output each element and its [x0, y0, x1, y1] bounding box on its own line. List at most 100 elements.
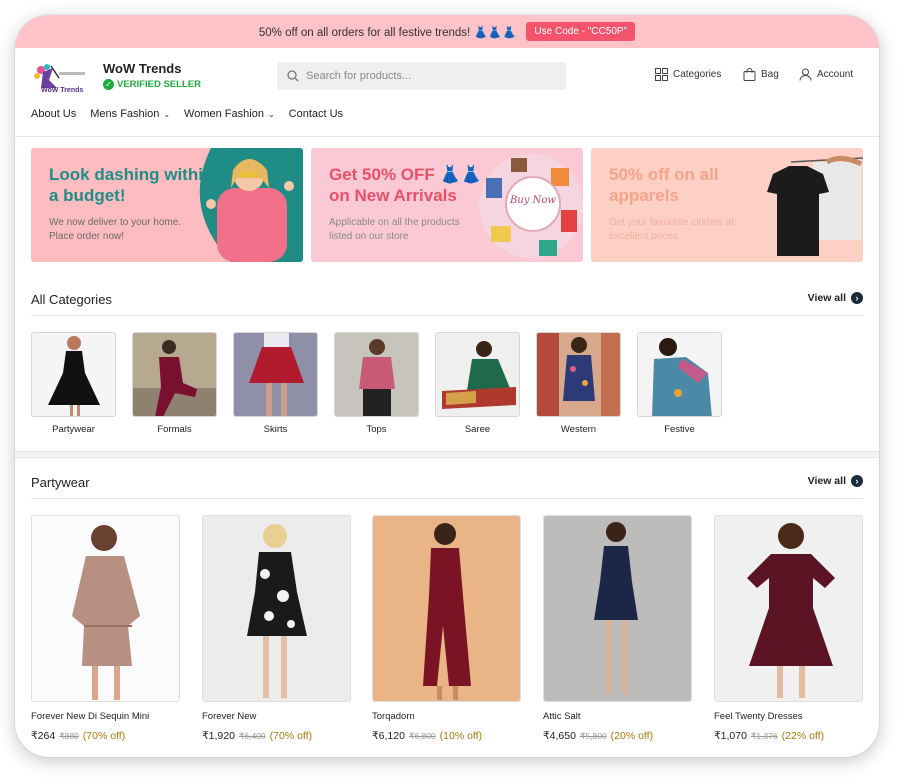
product-card[interactable]: Torqadorn ₹6,120 ₹6,800 (10% off): [372, 515, 521, 742]
product-name[interactable]: Feel Twenty Dresses: [714, 711, 863, 722]
account-button[interactable]: Account: [799, 68, 853, 81]
product-image[interactable]: [714, 515, 863, 702]
product-discount: (20% off): [610, 730, 654, 742]
bag-label: Bag: [761, 69, 779, 80]
account-label: Account: [817, 69, 854, 80]
product-pricing: ₹1,070 ₹1,376 (22% off): [714, 730, 863, 742]
category-skirts[interactable]: Skirts: [233, 332, 318, 435]
category-saree[interactable]: Saree: [435, 332, 520, 435]
chevron-down-icon: ⌄: [163, 109, 171, 119]
product-name[interactable]: Forever New Di Sequin Mini: [31, 711, 180, 722]
partywear-section-title: Partywear: [31, 475, 90, 490]
category-label: Tops: [366, 424, 387, 435]
product-mrp: ₹5,800: [579, 731, 607, 741]
store-name[interactable]: WoW Trends: [103, 61, 181, 76]
product-name[interactable]: Forever New: [202, 711, 351, 722]
categories-view-all-link[interactable]: View all ›: [808, 292, 863, 304]
product-pricing: ₹4,650 ₹5,800 (20% off): [543, 730, 692, 742]
banner-title: Look dashing within a budget!: [49, 165, 214, 205]
product-card[interactable]: Feel Twenty Dresses ₹1,070 ₹1,376 (22% o…: [714, 515, 863, 742]
promo-bar: 50% off on all orders for all festive tr…: [15, 15, 879, 48]
category-label: Skirts: [263, 424, 288, 435]
section-separator: [15, 451, 879, 458]
product-name[interactable]: Torqadorn: [372, 711, 521, 722]
product-card[interactable]: Forever New ₹1,920 ₹6,400 (70% off): [202, 515, 351, 742]
nav-mens-fashion[interactable]: Mens Fashion ⌄: [90, 108, 170, 120]
verified-seller-badge: ✓ VERIFIED SELLER: [103, 79, 201, 90]
product-mrp: ₹880: [59, 731, 79, 741]
category-image: [132, 332, 217, 417]
categories-label: Categories: [673, 69, 722, 80]
nav-about-us[interactable]: About Us: [31, 108, 76, 120]
banner-subtitle: Get your favourite clothes at excellent …: [609, 217, 735, 242]
grid-icon: [655, 68, 668, 81]
banner-subtitle: We now deliver to your home. Place order…: [49, 217, 182, 242]
banner-title: Get 50% OFF 👗👗 on New Arrivals: [329, 165, 482, 205]
category-formals[interactable]: Formals: [132, 332, 217, 435]
product-pricing: ₹1,920 ₹6,400 (70% off): [202, 730, 351, 742]
category-image: [233, 332, 318, 417]
banner-budget[interactable]: Look dashing within a budget! We now del…: [31, 148, 303, 262]
product-mrp: ₹1,376: [750, 731, 778, 741]
product-image[interactable]: [202, 515, 351, 702]
banner-apparels[interactable]: 50% off on all apparels Get your favouri…: [591, 148, 863, 262]
check-icon: ✓: [103, 79, 114, 90]
store-logo[interactable]: WoW Trends: [31, 60, 89, 94]
category-festive[interactable]: Festive: [637, 332, 722, 435]
categories-button[interactable]: Categories: [655, 68, 721, 81]
header: WoW Trends WoW Trends ✓ VERIFIED SELLER …: [15, 48, 879, 108]
banner-new-arrivals[interactable]: Buy Now Get 50% OFF 👗👗 on New Arrivals A…: [311, 148, 583, 262]
app-window: 50% off on all orders for all festive tr…: [15, 15, 879, 757]
product-pricing: ₹6,120 ₹6,800 (10% off): [372, 730, 521, 742]
product-price: ₹4,650: [543, 730, 576, 742]
nav-women-fashion[interactable]: Women Fashion ⌄: [184, 108, 275, 120]
arrow-right-icon: ›: [851, 292, 863, 304]
chevron-down-icon: ⌄: [267, 109, 275, 119]
product-image[interactable]: [31, 515, 180, 702]
partywear-view-all-link[interactable]: View all ›: [808, 475, 863, 487]
category-image: [31, 332, 116, 417]
search-input[interactable]: [306, 70, 546, 82]
svg-text:WoW Trends: WoW Trends: [41, 87, 83, 94]
banner-subtitle: Applicable on all the products listed on…: [329, 217, 460, 242]
product-image[interactable]: [372, 515, 521, 702]
user-icon: [799, 68, 812, 81]
category-image: [536, 332, 621, 417]
product-name[interactable]: Attic Salt: [543, 711, 692, 722]
verified-label: VERIFIED SELLER: [117, 79, 201, 90]
category-label: Partywear: [52, 424, 95, 435]
category-label: Saree: [464, 424, 491, 435]
product-image[interactable]: [543, 515, 692, 702]
product-discount: (10% off): [439, 730, 483, 742]
divider: [15, 136, 879, 137]
category-image: [435, 332, 520, 417]
nav-contact-us[interactable]: Contact Us: [289, 108, 343, 120]
arrow-right-icon: ›: [851, 475, 863, 487]
category-image: [334, 332, 419, 417]
divider: [31, 315, 863, 316]
banner-title: 50% off on all apparels: [609, 165, 719, 205]
main-nav: About Us Mens Fashion ⌄ Women Fashion ⌄ Co…: [31, 108, 343, 120]
product-price: ₹6,120: [372, 730, 405, 742]
product-price: ₹1,920: [202, 730, 235, 742]
bag-icon: [743, 68, 756, 81]
category-tops[interactable]: Tops: [334, 332, 419, 435]
product-card[interactable]: Forever New Di Sequin Mini ₹264 ₹880 (70…: [31, 515, 180, 742]
product-card[interactable]: Attic Salt ₹4,650 ₹5,800 (20% off): [543, 515, 692, 742]
search-icon: [287, 70, 299, 82]
category-image: [637, 332, 722, 417]
bag-button[interactable]: Bag: [743, 68, 779, 81]
search-bar[interactable]: [277, 62, 566, 90]
category-label: Formals: [157, 424, 192, 435]
category-western[interactable]: Western: [536, 332, 621, 435]
category-label: Western: [560, 424, 597, 435]
promo-text: 50% off on all orders for all festive tr…: [258, 26, 517, 39]
category-label: Festive: [664, 424, 695, 435]
category-partywear[interactable]: Partywear: [31, 332, 116, 435]
all-categories-title: All Categories: [31, 292, 112, 307]
product-price: ₹264: [31, 730, 56, 742]
promo-code-badge[interactable]: Use Code - "CC50P": [526, 22, 636, 41]
product-price: ₹1,070: [714, 730, 747, 742]
buy-now-text: Buy Now: [509, 195, 556, 206]
product-discount: (70% off): [82, 730, 126, 742]
